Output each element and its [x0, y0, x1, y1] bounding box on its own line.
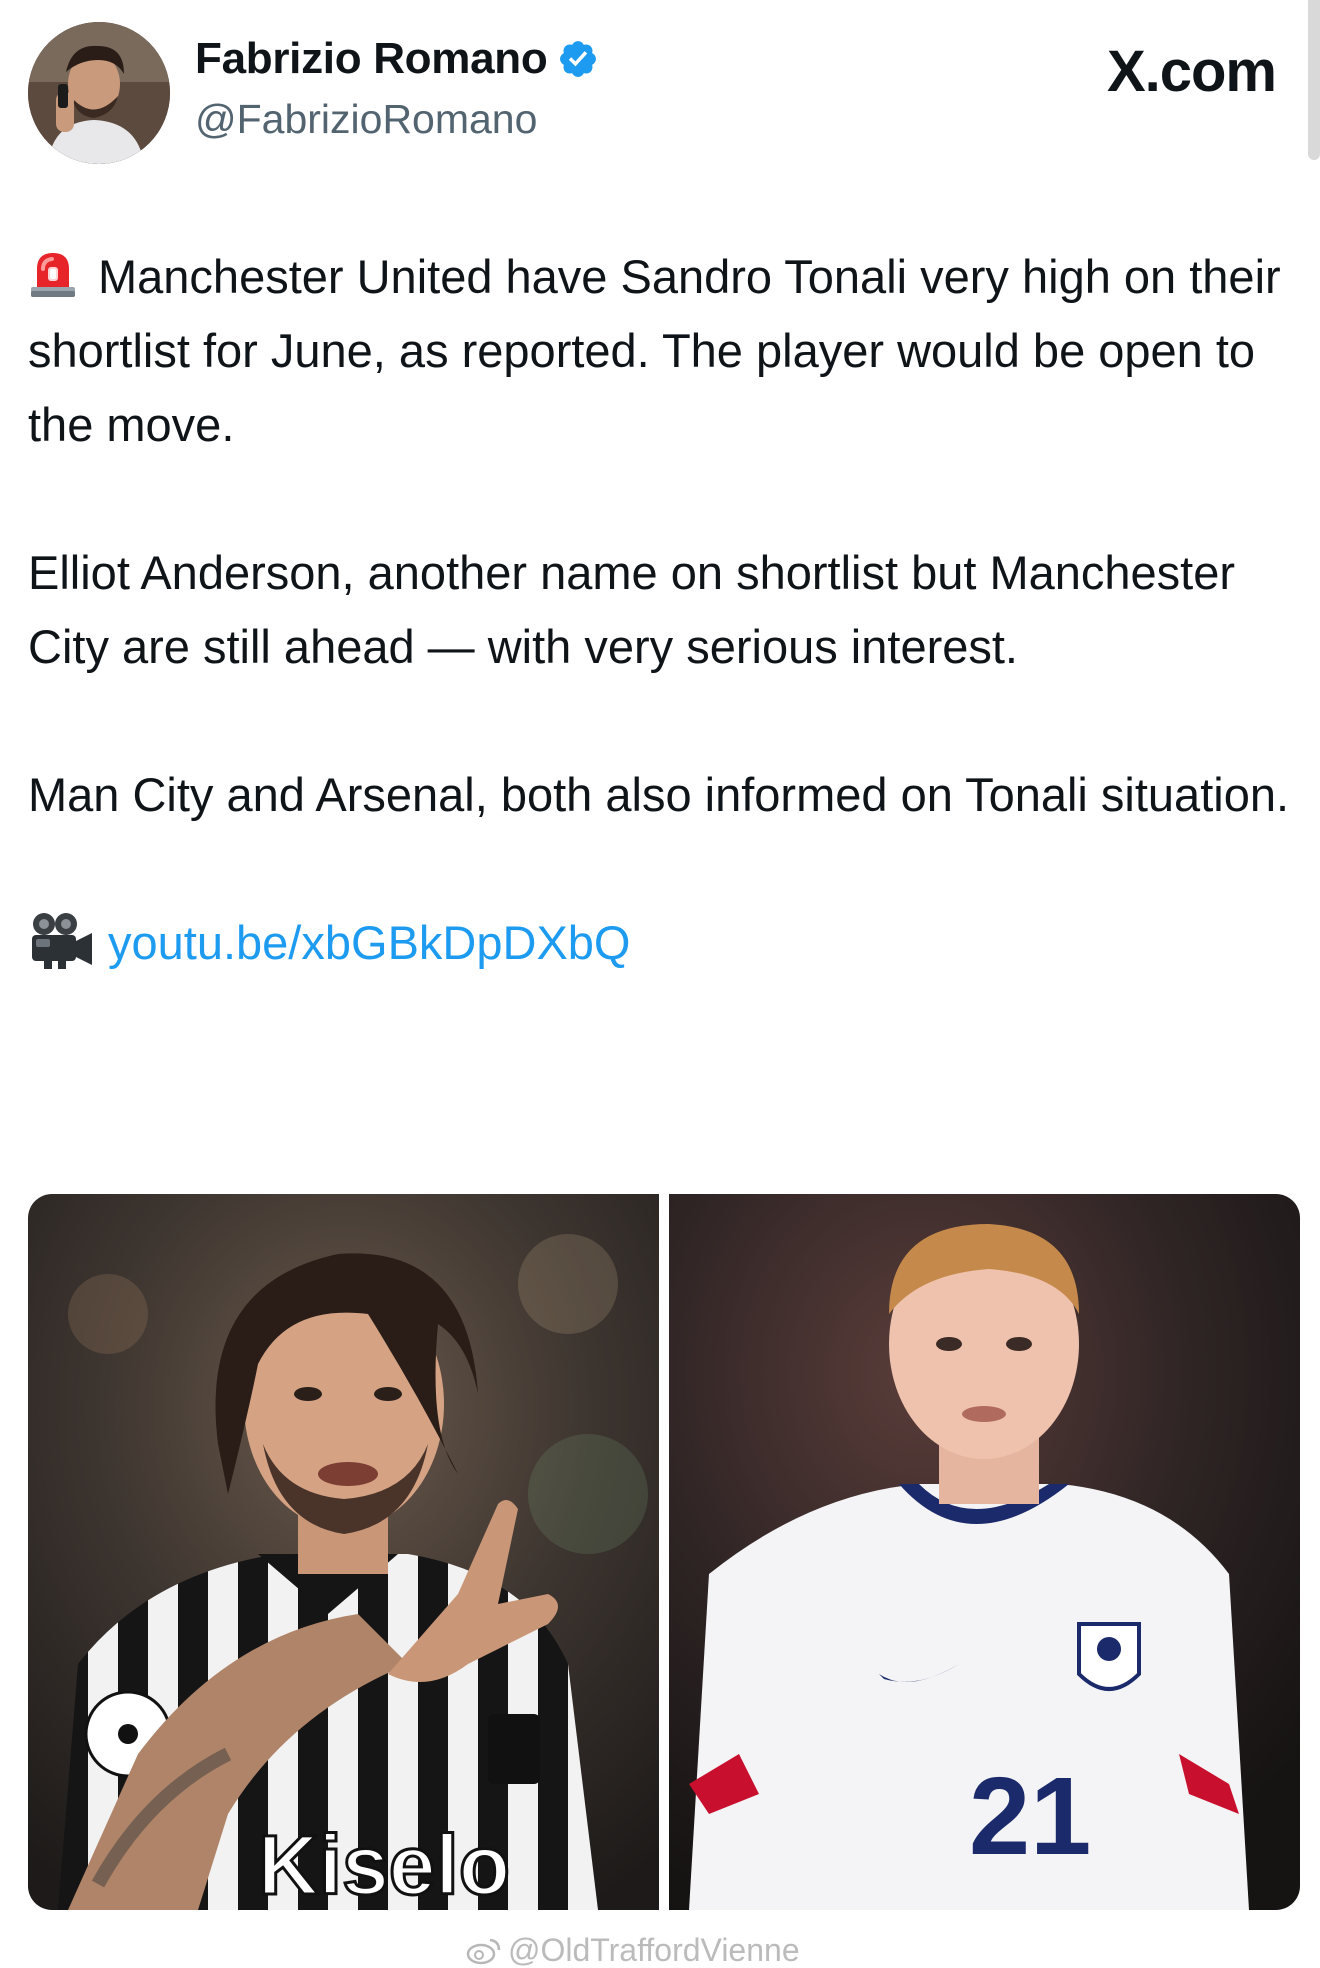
- tweet-media-grid: Kiselo 21: [28, 1194, 1300, 1910]
- avatar-photo: [28, 22, 170, 164]
- youtube-link[interactable]: youtu.be/xbGBkDpDXbQ: [108, 916, 631, 969]
- scrollbar[interactable]: [1308, 0, 1320, 160]
- tweet-paragraph-3: Man City and Arsenal, both also informed…: [28, 768, 1290, 821]
- jersey-sponsor-text: Kiselo: [258, 1818, 510, 1910]
- tweet-paragraph-1: Manchester United have Sandro Tonali ver…: [28, 240, 1298, 462]
- author-avatar[interactable]: [28, 22, 170, 164]
- media-photo-anderson[interactable]: 21: [669, 1194, 1300, 1910]
- author-display-name[interactable]: Fabrizio Romano: [195, 34, 548, 84]
- movie-camera-icon: [32, 913, 92, 969]
- watermark: @OldTraffordVienne: [466, 1932, 800, 1968]
- shirt-number-text: 21: [969, 1755, 1091, 1878]
- media-photo-tonali[interactable]: Kiselo: [28, 1194, 659, 1910]
- siren-icon: [31, 253, 75, 297]
- author-name-row: Fabrizio Romano: [195, 34, 599, 84]
- tweet-text: Manchester United have Sandro Tonali ver…: [28, 240, 1298, 980]
- author-handle[interactable]: @FabrizioRomano: [195, 96, 537, 143]
- tweet-paragraph-2: Elliot Anderson, another name on shortli…: [28, 546, 1236, 673]
- x-logo: X.com: [1106, 39, 1277, 104]
- weibo-icon: [466, 1938, 501, 1964]
- verified-badge-icon: [560, 41, 597, 77]
- watermark-text: @OldTraffordVienne: [508, 1932, 800, 1968]
- tweet-paragraph-1-text: Manchester United have Sandro Tonali ver…: [28, 250, 1281, 451]
- photo-england-player: 21: [669, 1194, 1300, 1910]
- tweet-link-line: youtu.be/xbGBkDpDXbQ: [28, 906, 1298, 980]
- photo-newcastle-player: Kiselo: [28, 1194, 659, 1910]
